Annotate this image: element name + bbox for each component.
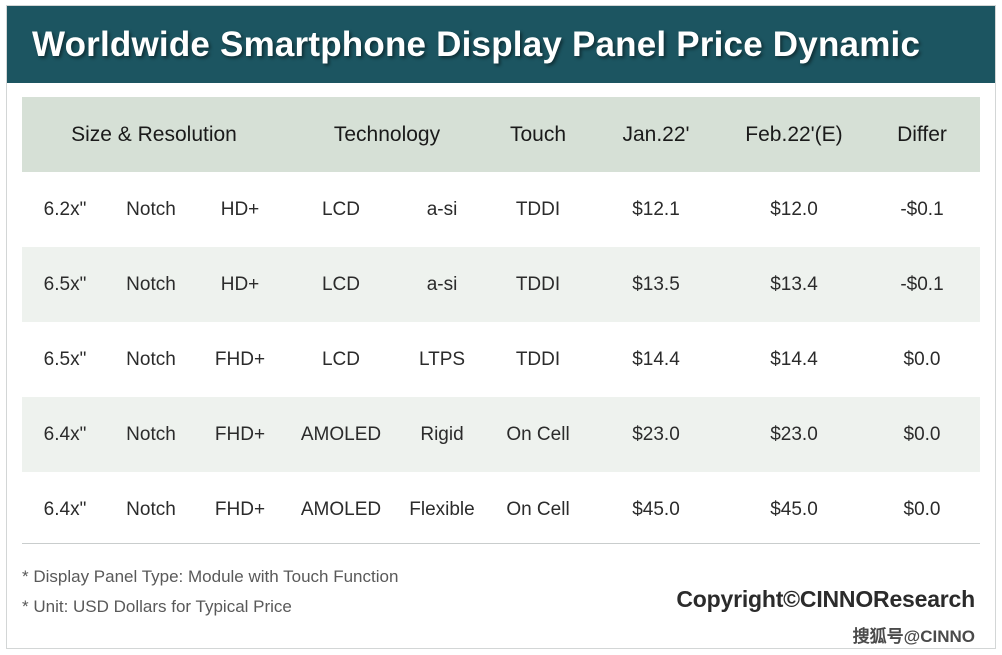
cell-feb-price: $13.4 [770, 273, 818, 295]
copyright-notice: Copyright©CINNOResearch [676, 586, 975, 612]
cell-jan-price: $12.1 [632, 198, 680, 220]
cell-differ: $0.0 [903, 423, 941, 445]
cell-resolution: HD+ [220, 273, 260, 295]
cell-backplane: LTPS [418, 348, 466, 370]
cell-backplane: Flexible [409, 498, 475, 520]
footnotes: * Display Panel Type: Module with Touch … [22, 562, 398, 622]
cell-size: 6.4x" [43, 498, 87, 520]
cell-touch: On Cell [506, 423, 570, 445]
cell-notch: Notch [126, 348, 176, 370]
table-row: 6.4x" Notch FHD+ AMOLED Flexible On Cell… [22, 472, 980, 547]
infographic-page: Worldwide Smartphone Display Panel Price… [0, 0, 1002, 655]
cell-touch: TDDI [515, 198, 561, 220]
table-row: 6.5x" Notch FHD+ LCD LTPS TDDI $14.4 $14… [22, 322, 980, 397]
cell-differ: $0.0 [903, 498, 941, 520]
column-header-differ: Differ [897, 122, 947, 146]
cell-backplane: Rigid [420, 423, 464, 445]
table-row: 6.2x" Notch HD+ LCD a-si TDDI $12.1 $12.… [22, 172, 980, 247]
cell-notch: Notch [126, 273, 176, 295]
column-header-feb22e: Feb.22'(E) [745, 122, 843, 146]
cell-backplane: a-si [426, 273, 458, 295]
cell-feb-price: $12.0 [770, 198, 818, 220]
cell-touch: On Cell [506, 498, 570, 520]
footnote-unit: * Unit: USD Dollars for Typical Price [22, 597, 292, 616]
cell-differ: $0.0 [903, 348, 941, 370]
cell-size: 6.2x" [43, 198, 87, 220]
table-row: 6.4x" Notch FHD+ AMOLED Rigid On Cell $2… [22, 397, 980, 472]
cell-touch: TDDI [515, 348, 561, 370]
cell-panel: LCD [321, 273, 360, 295]
price-table: Size & Resolution Technology Touch Jan.2… [22, 97, 980, 547]
cell-resolution: HD+ [220, 198, 260, 220]
cell-backplane: a-si [426, 198, 458, 220]
cell-resolution: FHD+ [214, 498, 266, 520]
column-header-technology: Technology [333, 122, 441, 146]
column-header-touch: Touch [509, 122, 567, 146]
table-header-row: Size & Resolution Technology Touch Jan.2… [22, 97, 980, 172]
cell-touch: TDDI [515, 273, 561, 295]
table-row: 6.5x" Notch HD+ LCD a-si TDDI $13.5 $13.… [22, 247, 980, 322]
page-title: Worldwide Smartphone Display Panel Price… [32, 24, 921, 64]
cell-differ: -$0.1 [900, 273, 944, 295]
cell-jan-price: $23.0 [632, 423, 680, 445]
cell-size: 6.5x" [43, 348, 87, 370]
cell-panel: AMOLED [300, 498, 382, 520]
cell-notch: Notch [126, 198, 176, 220]
cell-notch: Notch [126, 498, 176, 520]
cell-feb-price: $23.0 [770, 423, 818, 445]
cell-panel: AMOLED [300, 423, 382, 445]
source-watermark: 搜狐号@CINNO [852, 627, 975, 646]
column-header-jan22: Jan.22' [622, 122, 690, 146]
column-header-size-resolution: Size & Resolution [71, 122, 237, 146]
footer-divider [22, 543, 980, 544]
cell-panel: LCD [321, 348, 360, 370]
cell-size: 6.4x" [43, 423, 87, 445]
title-bar: Worldwide Smartphone Display Panel Price… [7, 6, 995, 83]
cell-feb-price: $14.4 [770, 348, 818, 370]
footnote-panel-type: * Display Panel Type: Module with Touch … [22, 567, 399, 586]
cell-size: 6.5x" [43, 273, 87, 295]
cell-resolution: FHD+ [214, 348, 266, 370]
cell-feb-price: $45.0 [770, 498, 818, 520]
cell-jan-price: $45.0 [632, 498, 680, 520]
cell-jan-price: $13.5 [632, 273, 680, 295]
cell-notch: Notch [126, 423, 176, 445]
cell-jan-price: $14.4 [632, 348, 680, 370]
cell-panel: LCD [321, 198, 360, 220]
cell-resolution: FHD+ [214, 423, 266, 445]
cell-differ: -$0.1 [900, 198, 944, 220]
